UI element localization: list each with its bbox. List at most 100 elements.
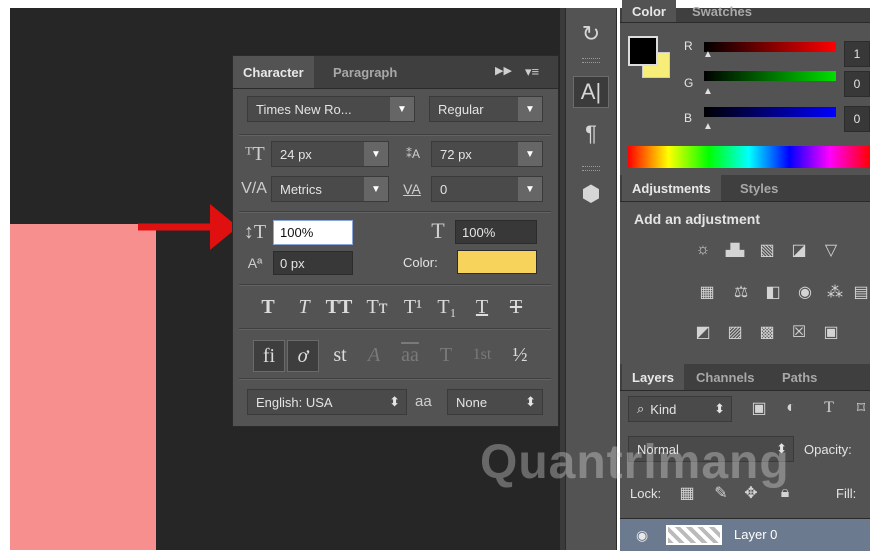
tab-channels[interactable]: Channels [686, 364, 765, 390]
discretionary-ligatures-button[interactable]: st [325, 340, 355, 370]
language-select[interactable]: English: USA ⬍ [247, 389, 407, 415]
baseline-shift-input[interactable]: 0 px [273, 251, 353, 275]
posterize-icon[interactable]: ▨ [724, 322, 746, 342]
superscript-button[interactable]: T¹ [399, 294, 427, 320]
subscript-button[interactable]: T₁ [433, 294, 461, 320]
black-white-icon[interactable]: ◧ [762, 282, 784, 302]
layers-panel-tabs: Layers Channels Paths [620, 364, 870, 391]
text-color-swatch[interactable] [457, 250, 537, 274]
chevron-down-icon: ▼ [518, 177, 542, 201]
fill-label: Fill: [836, 486, 857, 501]
g-value[interactable]: 0 [844, 71, 870, 97]
font-size-icon: ᵀT [245, 142, 265, 165]
font-family-value: Times New Ro... [256, 101, 352, 117]
chevron-updown-icon: ⬍ [714, 401, 725, 416]
threshold-icon[interactable]: ▩ [756, 322, 778, 342]
ordinals-button[interactable]: 1st [465, 340, 499, 370]
swash-button[interactable]: A [359, 340, 389, 370]
leading-select[interactable]: 72 px ▼ [431, 141, 543, 167]
titling-alternates-button[interactable]: T [431, 340, 461, 370]
filter-type-icon[interactable]: T [818, 398, 840, 418]
tab-swatches[interactable]: Swatches [682, 0, 762, 22]
filter-shape-icon[interactable]: ⌑ [850, 398, 870, 418]
chevron-down-icon: ▼ [364, 177, 388, 201]
selective-color-icon[interactable]: ☒ [788, 322, 810, 342]
filter-pixel-icon[interactable]: ▣ [748, 398, 770, 418]
language-value: English: USA [256, 394, 333, 410]
vertical-scale-input[interactable]: 100% [273, 220, 353, 245]
layer-name[interactable]: Layer 0 [734, 527, 777, 542]
channel-mixer-icon[interactable]: ⁂ [824, 282, 846, 302]
g-slider[interactable] [704, 71, 836, 81]
vibrance-icon[interactable]: ▽ [820, 240, 842, 260]
tab-paragraph[interactable]: Paragraph [323, 56, 407, 88]
color-spectrum-bar[interactable] [628, 146, 870, 168]
collapse-icon[interactable]: ▶▶ [495, 64, 512, 77]
tab-layers[interactable]: Layers [622, 364, 684, 390]
color-lookup-icon[interactable]: ▤ [850, 282, 870, 302]
font-size-select[interactable]: 24 px ▼ [271, 141, 389, 167]
baseline-shift-icon: Aª [247, 255, 263, 271]
3d-cube-icon[interactable]: ⬢ [573, 178, 609, 210]
photo-filter-icon[interactable]: ◉ [794, 282, 816, 302]
font-style-select[interactable]: Regular ▼ [429, 96, 543, 122]
panel-menu-icon[interactable]: ▾≡ [525, 64, 539, 80]
tracking-select[interactable]: 0 ▼ [431, 176, 543, 202]
levels-icon[interactable]: ▟▙ [724, 240, 746, 260]
g-slider-handle-icon[interactable]: ▲ [702, 86, 714, 97]
filter-kind-select[interactable]: ⌕ Kind ⬍ [628, 396, 732, 422]
faux-bold-button[interactable]: T [255, 294, 281, 320]
invert-icon[interactable]: ◩ [692, 322, 714, 342]
stylistic-alternates-button[interactable]: aa [393, 340, 427, 370]
search-icon: ⌕ [637, 401, 645, 416]
b-slider-handle-icon[interactable]: ▲ [702, 121, 714, 132]
r-slider[interactable] [704, 42, 836, 52]
foreground-color-swatch[interactable] [628, 36, 658, 66]
character-panel: Character Paragraph ▶▶ ▾≡ Times New Ro..… [232, 55, 559, 427]
kerning-icon: V/A [241, 180, 267, 197]
eye-visibility-icon[interactable]: ◉ [636, 527, 648, 544]
dock-grip[interactable] [582, 166, 600, 171]
old-style-button[interactable]: ơ [287, 340, 319, 372]
filter-adjustment-icon[interactable]: ◐ [780, 398, 802, 418]
color-balance-icon[interactable]: ⚖ [730, 282, 752, 302]
faux-italic-button[interactable]: T [291, 294, 317, 320]
paragraph-panel-icon[interactable]: ¶ [573, 118, 609, 150]
kind-label: Kind [650, 401, 677, 417]
leading-value: 72 px [440, 146, 472, 162]
font-family-select[interactable]: Times New Ro... ▼ [247, 96, 415, 122]
tab-character[interactable]: Character [233, 56, 314, 88]
divider [239, 134, 551, 136]
all-caps-button[interactable]: TT [323, 294, 355, 320]
underline-button[interactable]: T [469, 294, 495, 320]
kerning-select[interactable]: Metrics ▼ [271, 176, 389, 202]
chevron-down-icon: ▼ [518, 142, 542, 166]
adjustments-heading: Add an adjustment [634, 211, 761, 227]
tab-color[interactable]: Color [622, 0, 676, 22]
r-slider-handle-icon[interactable]: ▲ [702, 49, 714, 60]
brightness-contrast-icon[interactable]: ☼ [692, 240, 714, 260]
b-value[interactable]: 0 [844, 106, 870, 132]
r-value[interactable]: 1 [844, 41, 870, 67]
layer-row[interactable]: ◉ Layer 0 [620, 518, 870, 551]
tab-styles[interactable]: Styles [730, 175, 788, 201]
anti-alias-select[interactable]: None ⬍ [447, 389, 543, 415]
color-label: Color: [403, 255, 438, 270]
b-slider[interactable] [704, 107, 836, 117]
small-caps-button[interactable]: Tт [361, 294, 393, 320]
tab-adjustments[interactable]: Adjustments [622, 175, 721, 201]
dock-grip[interactable] [582, 58, 600, 63]
character-panel-tabs: Character Paragraph ▶▶ ▾≡ [233, 56, 558, 89]
history-icon[interactable]: ↻ [573, 18, 609, 50]
vertical-scale-icon: ↕T [243, 220, 267, 243]
exposure-icon[interactable]: ◪ [788, 240, 810, 260]
character-panel-icon[interactable]: A| [573, 76, 609, 108]
curves-icon[interactable]: ▧ [756, 240, 778, 260]
fractions-button[interactable]: ½ [505, 340, 535, 370]
horizontal-scale-input[interactable]: 100% [455, 220, 537, 244]
hue-saturation-icon[interactable]: ▦ [696, 282, 718, 302]
strikethrough-button[interactable]: T [503, 294, 529, 320]
gradient-map-icon[interactable]: ▣ [820, 322, 842, 342]
ligatures-button[interactable]: fi [253, 340, 285, 372]
tab-paths[interactable]: Paths [772, 364, 827, 390]
